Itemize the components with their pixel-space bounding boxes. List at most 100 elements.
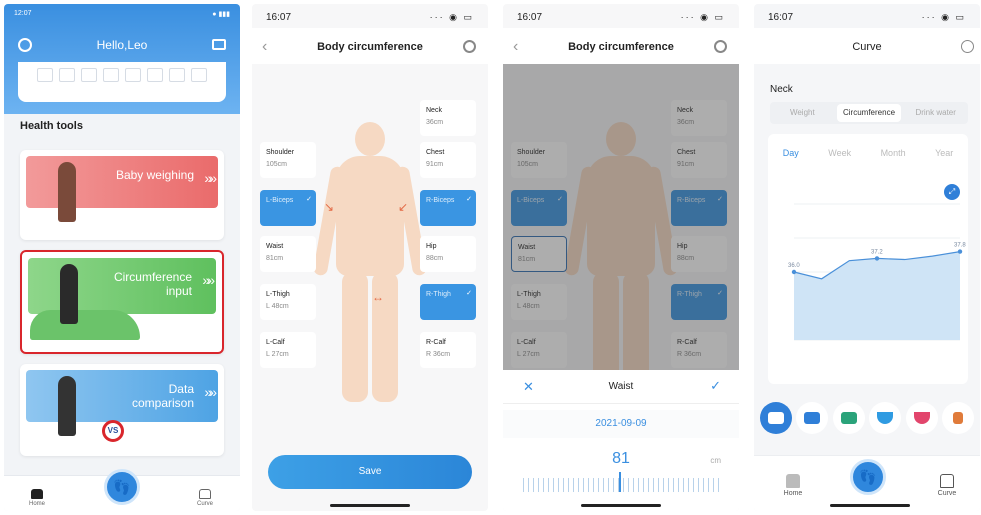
measure-name: L-Thigh [266,291,290,298]
status-icons: ··· ◉ ▭ [429,12,474,22]
part-neck-button[interactable] [760,402,792,434]
tab-bar: Home 👣 Curve [4,469,240,511]
tab-curve[interactable]: Curve [190,489,220,507]
measure-r-biceps[interactable]: R-Biceps ✓ [420,190,476,226]
measure-name: Hip [426,243,437,250]
placeholder-icon [103,68,119,82]
measure-value: 91cm [426,161,444,168]
person-illustration [58,376,76,436]
measure-neck[interactable]: Neck 36cm [420,100,476,136]
part-thigh-button[interactable] [941,402,974,434]
shirt-icon [840,412,857,424]
measure-name: R-Thigh [426,291,451,298]
neck-icon [768,412,784,424]
settings-icon[interactable] [463,40,476,53]
status-bar: 12:07 ● ▮▮▮ [4,4,240,24]
baby-weighing-card[interactable]: Baby weighing »» [20,150,224,240]
date-picker[interactable]: 2021-09-09 [503,410,739,438]
tab-week[interactable]: Week [828,148,851,158]
status-icons: ··· ◉ ▭ [921,12,966,22]
curve-icon [940,474,954,488]
curve-screen: 16:07 ··· ◉ ▭ Curve Neck Weight Circumfe… [754,4,980,511]
waist-input-screen: 16:07 ··· ◉ ▭ ‹ Body circumference Neck 3… [503,4,739,511]
data-point [791,269,797,275]
value-readout: 81 [612,450,630,467]
measure-button[interactable]: 👣 [104,469,140,505]
measure-value: R 36cm [426,351,451,358]
placeholder-icon [125,68,141,82]
tab-curve[interactable]: Curve [932,474,962,497]
measure-value: L 48cm [266,303,289,310]
measure-shoulder[interactable]: Shoulder 105cm [260,142,316,178]
scale-icon [786,474,800,488]
home-indicator [330,504,410,507]
tab-home[interactable]: Home [778,474,808,497]
check-icon: ✓ [466,196,472,203]
chevrons-icon: »» [204,170,216,186]
metric-label: Neck [770,84,793,95]
placeholder-icon [37,68,53,82]
measure-r-calf[interactable]: R-Calf R 36cm [420,332,476,368]
measure-button[interactable]: 👣 [850,459,886,495]
message-icon[interactable] [212,39,226,50]
circumference-input-card[interactable]: Circumference input »» [20,250,224,354]
input-sheet: ✕ Waist ✓ 2021-09-09 81 cm [503,370,739,511]
tab-curve-label: Curve [196,501,213,507]
chevrons-icon: »» [204,384,216,400]
person-illustration [58,162,76,222]
tab-day[interactable]: Day [783,148,799,158]
vs-badge: VS [102,420,124,442]
status-bar: 16:07 ··· ◉ ▭ [754,4,980,26]
measure-l-calf[interactable]: L-Calf L 27cm [260,332,316,368]
status-icons: ··· ◉ ▭ [680,12,725,22]
part-hip-button[interactable] [905,402,938,434]
confirm-icon[interactable]: ✓ [710,378,721,394]
part-chest-button[interactable] [832,402,865,434]
measure-chest[interactable]: Chest 91cm [420,142,476,178]
segment-drink-water[interactable]: Drink water [903,102,968,124]
part-shoulder-button[interactable] [796,402,829,434]
placeholder-icon [59,68,75,82]
measure-l-thigh[interactable]: L-Thigh L 48cm [260,284,316,320]
measure-name: Neck [426,107,442,114]
segment-weight[interactable]: Weight [770,102,835,124]
value-ruler[interactable] [523,478,719,492]
thigh-icon [952,412,963,424]
status-time: 16:07 [266,12,292,23]
history-icon[interactable] [961,40,974,53]
tab-month[interactable]: Month [881,148,906,158]
segment-circumference[interactable]: Circumference [836,104,902,122]
home-indicator [830,504,910,507]
measure-hip[interactable]: Hip 88cm [420,236,476,272]
measure-l-biceps[interactable]: L-Biceps ✓ [260,190,316,226]
unit-label: cm [710,456,721,465]
measure-r-thigh[interactable]: R-Thigh ✓ [420,284,476,320]
greeting: Hello,Leo [96,38,148,52]
save-button[interactable]: Save [268,455,472,489]
measure-waist[interactable]: Waist 81cm [260,236,316,272]
arrow-icon: ↙ [398,200,409,214]
arrow-icon: ↘ [324,200,335,214]
tab-year[interactable]: Year [935,148,953,158]
data-comparison-card[interactable]: Data comparison »» VS [20,364,224,456]
tab-home[interactable]: Home [22,489,52,507]
measure-value: 36cm [426,119,444,126]
curve-chart: 36.0 37.2 37.8 [788,203,966,341]
body-stage: Neck 36cm Shoulder 105cm Chest 91cm L-Bicep… [252,64,488,464]
segmented-control: Weight Circumference Drink water [770,102,968,124]
dim-overlay[interactable] [503,64,739,370]
body-silhouette [312,122,428,402]
placeholder-icon [81,68,97,82]
status-icons: ● ▮▮▮ [212,11,230,18]
card-label: Baby weighing [115,168,194,182]
card-banner [26,156,218,208]
part-waist-button[interactable] [869,402,902,434]
body-head [355,122,385,156]
settings-icon[interactable] [714,40,727,53]
chevrons-icon: »» [202,272,214,288]
section-title: Health tools [20,120,83,132]
data-label: 36.0 [788,263,800,269]
check-icon: ✓ [306,196,312,203]
sheet-title: Waist [608,381,634,392]
measure-name: R-Calf [426,339,446,346]
